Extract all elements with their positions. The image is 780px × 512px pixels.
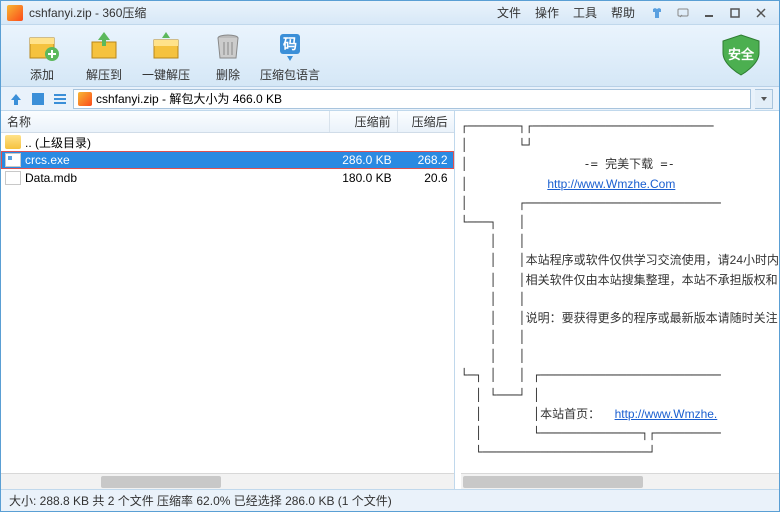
- app-icon: [7, 5, 23, 21]
- view-list-button[interactable]: [51, 90, 69, 108]
- svg-text:安全: 安全: [728, 47, 755, 62]
- view-icons-button[interactable]: [29, 90, 47, 108]
- menu-file[interactable]: 文件: [497, 4, 521, 21]
- menu-operate[interactable]: 操作: [535, 4, 559, 21]
- feedback-button[interactable]: [671, 4, 695, 22]
- navbar: cshfanyi.zip - 解包大小为 466.0 KB: [1, 87, 779, 111]
- titlebar: cshfanyi.zip - 360压缩 文件 操作 工具 帮助: [1, 1, 779, 25]
- column-size-before[interactable]: 压缩前: [330, 111, 398, 132]
- path-box[interactable]: cshfanyi.zip - 解包大小为 466.0 KB: [73, 89, 751, 109]
- preview-pane: ┌───────┐┌───────────────────────── │ └┘…: [455, 111, 779, 489]
- preview-text: ┌───────┐┌───────────────────────── │ └┘…: [461, 117, 779, 473]
- codepage-icon: 码: [272, 28, 308, 64]
- extract-to-icon: [86, 28, 122, 64]
- tool-add[interactable]: 添加: [11, 28, 73, 83]
- row-data-mdb[interactable]: Data.mdb 180.0 KB 20.6: [1, 169, 454, 187]
- exe-file-icon: [5, 153, 21, 167]
- column-name[interactable]: 名称: [1, 111, 330, 132]
- column-size-after[interactable]: 压缩后: [398, 111, 454, 132]
- svg-text:码: 码: [283, 36, 297, 52]
- up-button[interactable]: [7, 90, 25, 108]
- path-text: cshfanyi.zip - 解包大小为 466.0 KB: [96, 90, 282, 107]
- toolbar: 添加 解压到 一键解压 删除 码 压缩包语言 安全: [1, 25, 779, 87]
- tool-extract-to[interactable]: 解压到: [73, 28, 135, 83]
- menu-help[interactable]: 帮助: [611, 4, 635, 21]
- statusbar: 大小: 288.8 KB 共 2 个文件 压缩率 62.0% 已经选择 286.…: [1, 489, 779, 511]
- close-button[interactable]: [749, 4, 773, 22]
- content-area: 名称 压缩前 压缩后 .. (上级目录) crcs.exe 286.0 KB 2…: [1, 111, 779, 489]
- skin-button[interactable]: [645, 4, 669, 22]
- path-dropdown[interactable]: [755, 89, 773, 109]
- window-title: cshfanyi.zip - 360压缩: [29, 4, 497, 21]
- tool-codepage[interactable]: 码 压缩包语言: [259, 28, 321, 83]
- tool-one-click-extract[interactable]: 一键解压: [135, 28, 197, 83]
- menu-bar: 文件 操作 工具 帮助: [497, 4, 635, 21]
- file-hscrollbar[interactable]: [1, 473, 454, 489]
- menu-tools[interactable]: 工具: [573, 4, 597, 21]
- tool-delete[interactable]: 删除: [197, 28, 259, 83]
- zip-icon: [78, 92, 92, 106]
- mdb-file-icon: [5, 171, 21, 185]
- add-icon: [24, 28, 60, 64]
- delete-icon: [210, 28, 246, 64]
- maximize-button[interactable]: [723, 4, 747, 22]
- file-pane: 名称 压缩前 压缩后 .. (上级目录) crcs.exe 286.0 KB 2…: [1, 111, 455, 489]
- preview-hscrollbar[interactable]: [461, 473, 779, 489]
- status-text: 大小: 288.8 KB 共 2 个文件 压缩率 62.0% 已经选择 286.…: [9, 492, 392, 509]
- safety-shield-icon: 安全: [717, 31, 765, 79]
- file-list[interactable]: .. (上级目录) crcs.exe 286.0 KB 268.2 Data.m…: [1, 133, 454, 473]
- row-crcs-exe[interactable]: crcs.exe 286.0 KB 268.2: [1, 151, 454, 169]
- link-wmzhe-2[interactable]: http://www.Wmzhe.: [615, 407, 718, 421]
- folder-icon: [5, 135, 21, 149]
- window-controls: [645, 4, 773, 22]
- link-wmzhe-1[interactable]: http://www.Wmzhe.Com: [547, 177, 675, 191]
- row-parent-dir[interactable]: .. (上级目录): [1, 133, 454, 151]
- file-list-header: 名称 压缩前 压缩后: [1, 111, 454, 133]
- app-window: cshfanyi.zip - 360压缩 文件 操作 工具 帮助 添加 解压到 …: [0, 0, 780, 512]
- minimize-button[interactable]: [697, 4, 721, 22]
- one-click-extract-icon: [148, 28, 184, 64]
